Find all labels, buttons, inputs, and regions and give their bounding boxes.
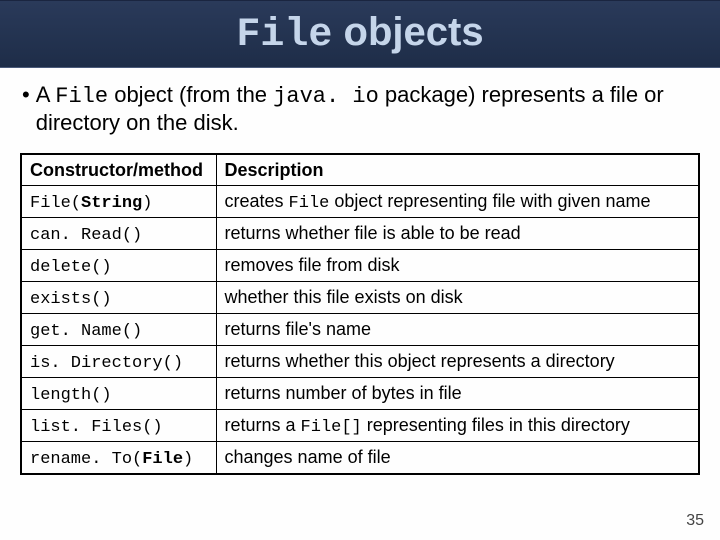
bullet-pre: A (36, 82, 56, 107)
desc-cell: creates File object representing file wi… (216, 186, 699, 218)
method-cell: get. Name() (21, 314, 216, 346)
desc-cell: returns file's name (216, 314, 699, 346)
title-rest: objects (332, 10, 483, 54)
table-row: list. Files() returns a File[] represent… (21, 410, 699, 442)
table-row: File(String) creates File object represe… (21, 186, 699, 218)
table-row: is. Directory() returns whether this obj… (21, 346, 699, 378)
desc-cell: changes name of file (216, 442, 699, 474)
bullet-item: • A File object (from the java. io packa… (20, 82, 700, 137)
slide-title: File objects (236, 10, 483, 58)
table-header-row: Constructor/method Description (21, 154, 699, 186)
method-cell: is. Directory() (21, 346, 216, 378)
title-bar: File objects (0, 0, 720, 68)
method-cell: delete() (21, 250, 216, 282)
header-description: Description (216, 154, 699, 186)
bullet-code-javaio: java. io (273, 84, 379, 109)
method-cell: rename. To(File) (21, 442, 216, 474)
method-cell: exists() (21, 282, 216, 314)
table-row: length() returns number of bytes in file (21, 378, 699, 410)
method-cell: can. Read() (21, 218, 216, 250)
table-row: rename. To(File) changes name of file (21, 442, 699, 474)
bullet-dot-icon: • (22, 82, 30, 108)
table-row: can. Read() returns whether file is able… (21, 218, 699, 250)
method-cell: list. Files() (21, 410, 216, 442)
desc-cell: returns whether this object represents a… (216, 346, 699, 378)
bullet-text: A File object (from the java. io package… (36, 82, 700, 137)
desc-cell: returns a File[] representing files in t… (216, 410, 699, 442)
desc-cell: removes file from disk (216, 250, 699, 282)
content-area: • A File object (from the java. io packa… (0, 68, 720, 475)
desc-cell: returns number of bytes in file (216, 378, 699, 410)
table-row: exists() whether this file exists on dis… (21, 282, 699, 314)
table-row: get. Name() returns file's name (21, 314, 699, 346)
desc-cell: whether this file exists on disk (216, 282, 699, 314)
method-cell: length() (21, 378, 216, 410)
title-code: File (236, 13, 332, 58)
table-row: delete() removes file from disk (21, 250, 699, 282)
header-method: Constructor/method (21, 154, 216, 186)
method-cell: File(String) (21, 186, 216, 218)
bullet-code-file: File (55, 84, 108, 109)
bullet-mid1: object (from the (108, 82, 273, 107)
page-number: 35 (686, 512, 704, 530)
methods-table: Constructor/method Description File(Stri… (20, 153, 700, 475)
desc-cell: returns whether file is able to be read (216, 218, 699, 250)
